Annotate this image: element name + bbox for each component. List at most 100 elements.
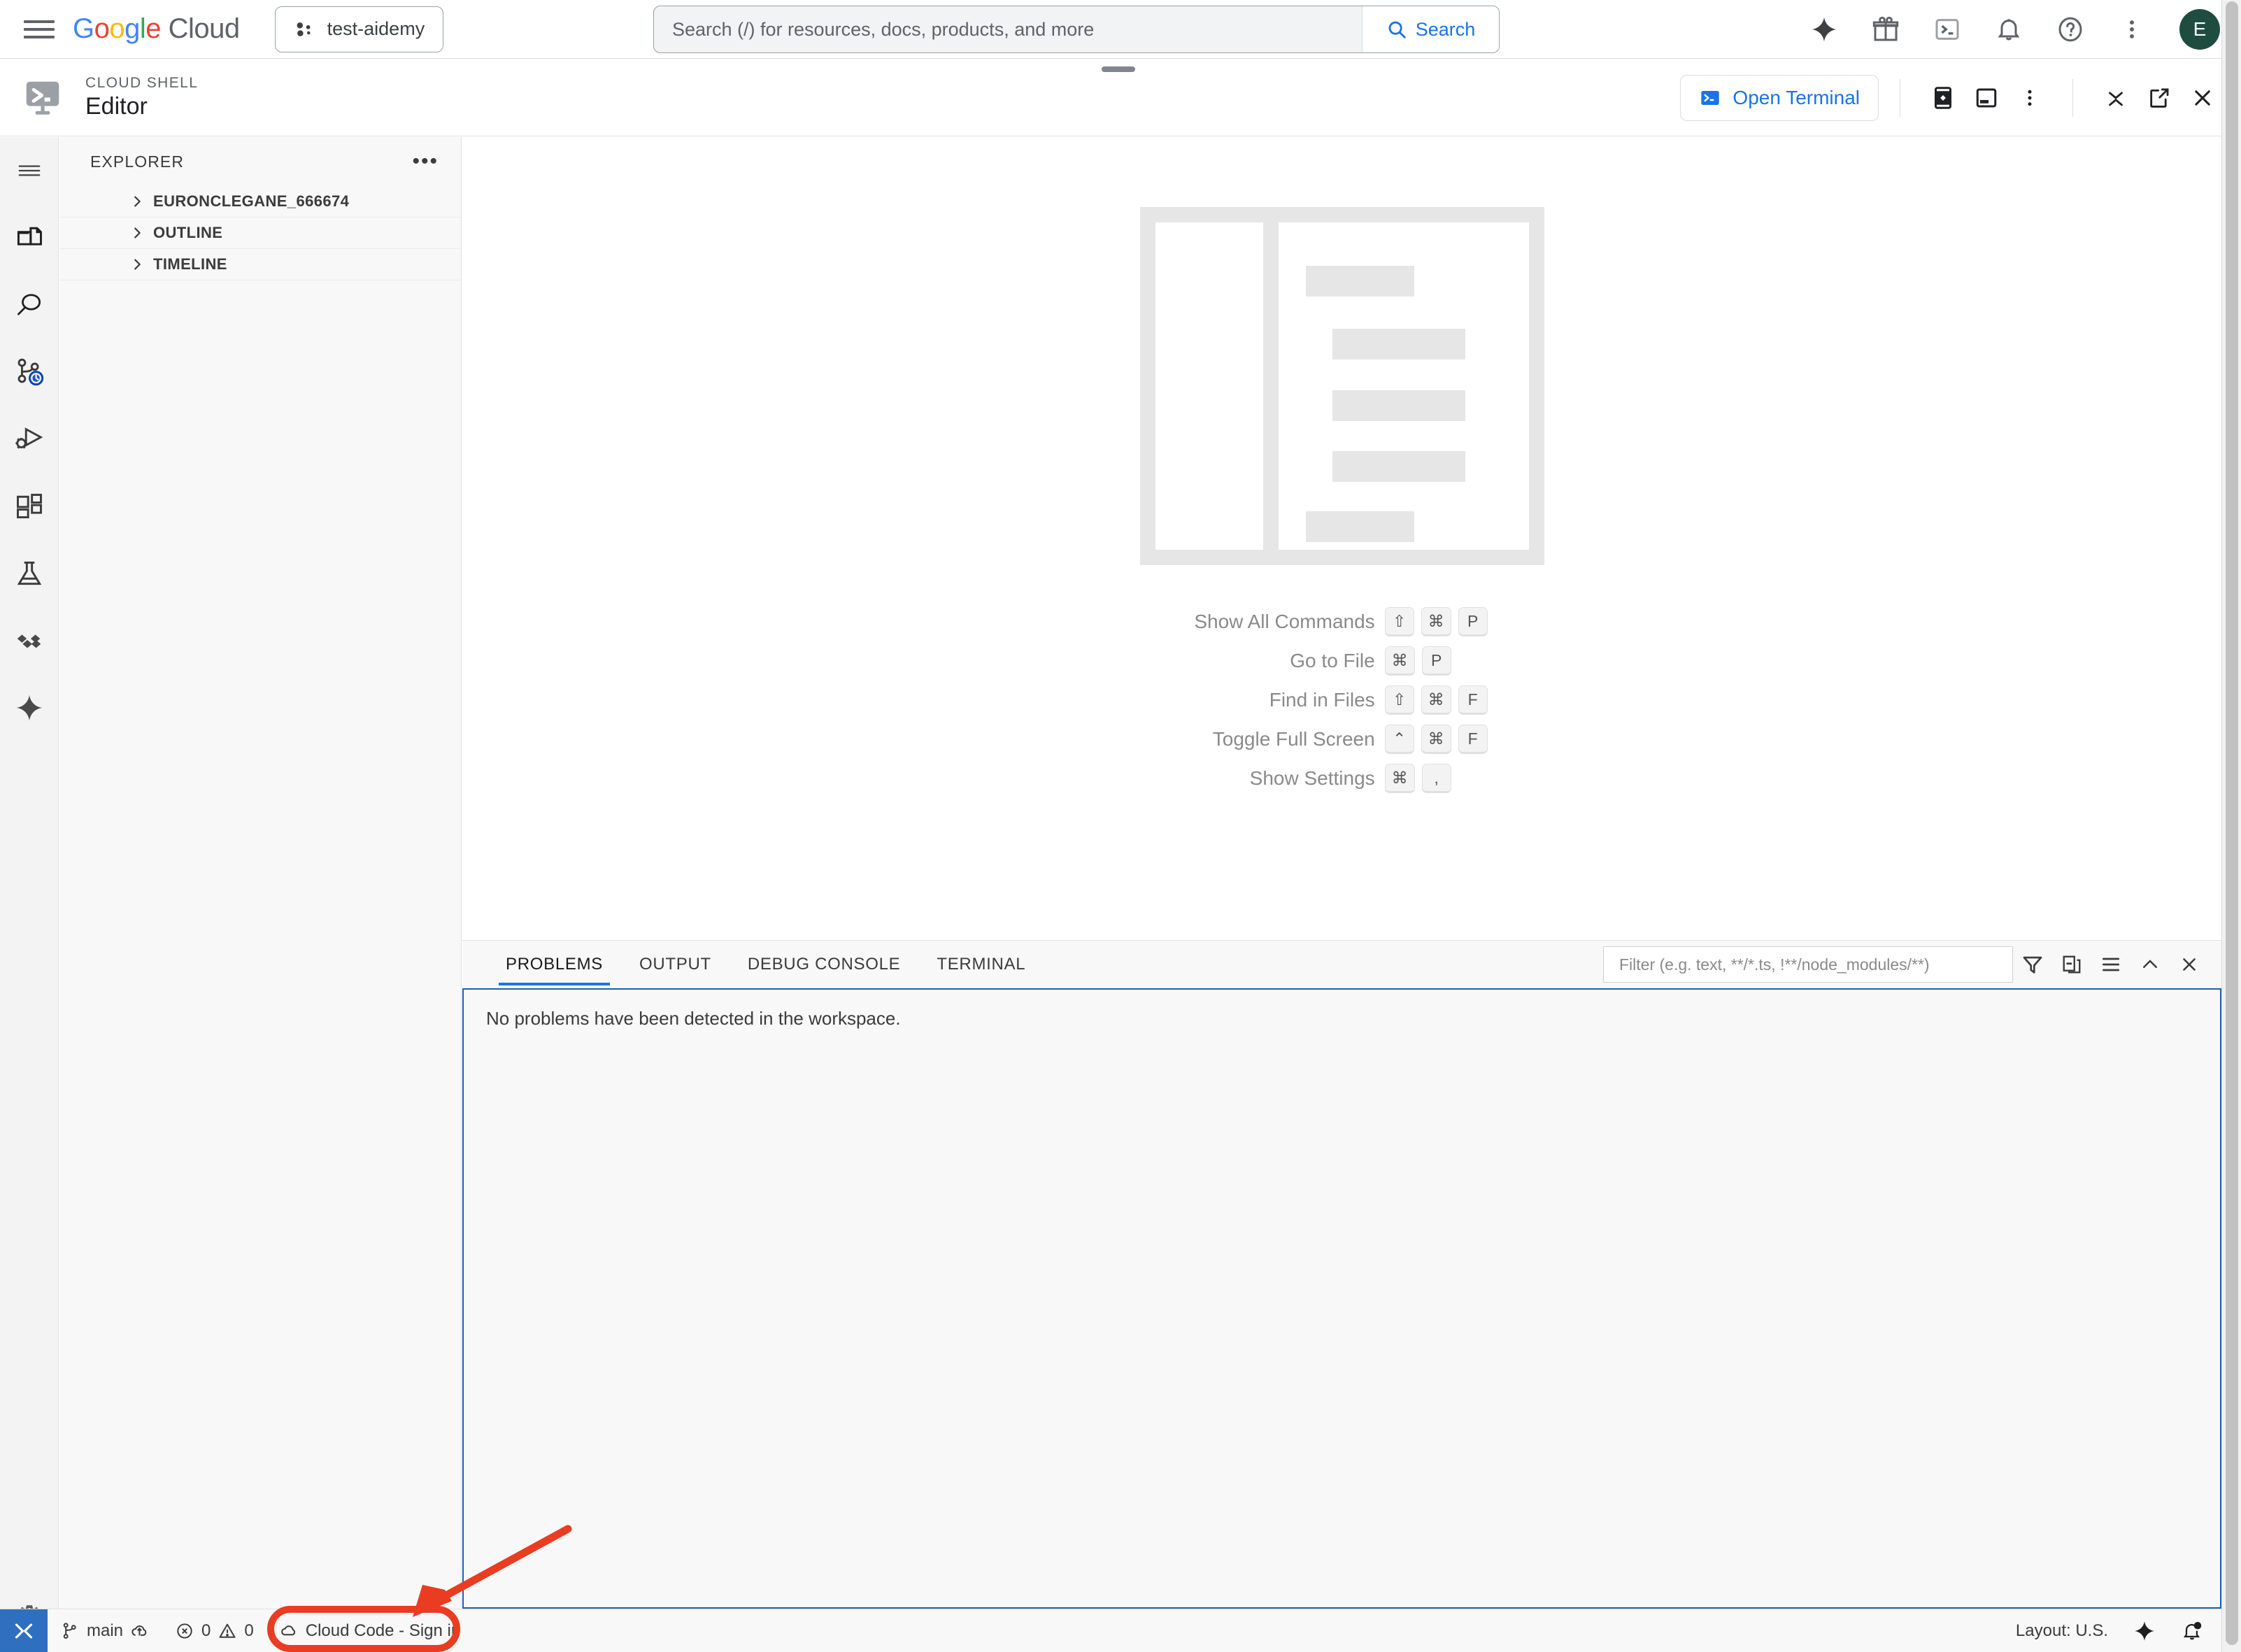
sidebar-item-label: TIMELINE	[153, 255, 227, 273]
key-cap: ,	[1421, 764, 1451, 793]
gemini-sparkle-icon[interactable]	[2121, 1609, 2168, 1652]
search-button[interactable]: Search	[1362, 6, 1499, 52]
sidebar-item-workspace-folder[interactable]: EURONCLEGANE_666674	[59, 186, 461, 218]
project-selector-chip[interactable]: test-aidemy	[274, 6, 444, 52]
avatar-initial: E	[2193, 18, 2207, 40]
cloud-shell-icon[interactable]	[1929, 11, 1965, 48]
new-terminal-window-icon[interactable]	[1965, 76, 2008, 120]
error-count: 0	[201, 1621, 211, 1640]
problems-panel-body: No problems have been detected in the wo…	[462, 988, 2221, 1609]
close-icon[interactable]	[2170, 945, 2209, 984]
search-icon[interactable]	[0, 271, 59, 339]
shortcut-label: Show All Commands	[1194, 611, 1375, 632]
gemini-sparkle-icon[interactable]	[0, 674, 59, 741]
warning-count: 0	[244, 1621, 254, 1640]
search-button-label: Search	[1415, 18, 1476, 40]
tab-output[interactable]: OUTPUT	[621, 941, 730, 988]
tab-problems[interactable]: PROBLEMS	[488, 941, 621, 988]
key-cap: ⇧	[1384, 685, 1414, 715]
gemini-sparkle-icon[interactable]	[1806, 11, 1842, 48]
sidebar-item-label: EURONCLEGANE_666674	[153, 192, 350, 210]
cloud-code-icon[interactable]	[0, 607, 59, 674]
shortcut-keys: ⌘ P	[1384, 646, 1490, 676]
more-vert-icon[interactable]	[2008, 76, 2051, 120]
filter-input[interactable]	[1603, 946, 2013, 983]
key-cap: ⌘	[1384, 646, 1415, 676]
chevron-up-icon[interactable]	[2130, 945, 2170, 984]
shortcut-row[interactable]: Toggle Full Screen ⌃ ⌘ F	[1194, 725, 1489, 754]
menu-icon[interactable]	[0, 137, 59, 204]
error-circle-icon	[177, 1623, 192, 1639]
sidebar-item-timeline[interactable]: TIMELINE	[59, 249, 461, 280]
sidebar-item-outline[interactable]: OUTLINE	[59, 218, 461, 249]
view-as-list-icon[interactable]	[2091, 945, 2130, 984]
branch-item[interactable]: main	[48, 1609, 162, 1652]
avatar[interactable]: E	[2179, 9, 2220, 50]
shortcut-row[interactable]: Find in Files ⇧ ⌘ F	[1194, 685, 1489, 715]
google-cloud-header: Google Cloud test-aidemy Search (/) for …	[0, 0, 2241, 59]
cloud-code-signin-item[interactable]: Cloud Code - Sign in	[266, 1609, 473, 1652]
toolbar-divider-2	[2072, 79, 2073, 117]
preview-web-icon[interactable]	[1921, 76, 1965, 120]
google-cloud-logo[interactable]: Google Cloud	[73, 13, 240, 45]
key-cap: F	[1458, 725, 1488, 754]
problems-item[interactable]: 0 0	[162, 1609, 266, 1652]
shortcut-keys: ⇧ ⌘ F	[1384, 685, 1490, 715]
project-name: test-aidemy	[327, 18, 425, 39]
help-icon[interactable]	[2052, 11, 2089, 48]
illustration-bar	[1305, 511, 1414, 542]
explorer-files-icon[interactable]	[0, 204, 59, 271]
remote-window-icon[interactable]	[0, 1609, 48, 1652]
extensions-icon[interactable]	[0, 473, 59, 540]
minimize-icon[interactable]	[2094, 76, 2137, 120]
explorer-header: EXPLORER •••	[59, 137, 461, 186]
illustration-bar	[1332, 451, 1465, 482]
run-debug-icon[interactable]	[0, 406, 59, 473]
key-cap: P	[1458, 607, 1488, 636]
close-icon[interactable]	[2181, 76, 2224, 120]
shortcut-row[interactable]: Show Settings ⌘ ,	[1194, 764, 1489, 793]
source-control-icon[interactable]	[0, 339, 59, 406]
search-input[interactable]	[654, 6, 1362, 52]
shortcut-label: Show Settings	[1249, 767, 1375, 789]
welcome-shortcuts-list: Show All Commands ⇧ ⌘ P Go to File ⌘ P F…	[1194, 607, 1489, 793]
tab-terminal[interactable]: TERMINAL	[918, 941, 1044, 988]
key-cap: ⌘	[1421, 685, 1451, 715]
shortcut-keys: ⌘ ,	[1384, 764, 1490, 793]
panel-tab-bar: PROBLEMS OUTPUT DEBUG CONSOLE TERMINAL	[462, 941, 2221, 988]
testing-flask-icon[interactable]	[0, 540, 59, 607]
tab-debug-console[interactable]: DEBUG CONSOLE	[730, 941, 918, 988]
source-control-branch-icon	[63, 1622, 76, 1639]
layout-item[interactable]: Layout: U.S.	[2003, 1609, 2121, 1652]
chevron-right-icon	[134, 196, 141, 207]
shortcut-row[interactable]: Go to File ⌘ P	[1194, 646, 1489, 676]
bell-icon[interactable]	[1991, 11, 2027, 48]
open-new-window-icon[interactable]	[2137, 76, 2181, 120]
filter-funnel-icon[interactable]	[2013, 945, 2052, 984]
more-vert-icon[interactable]	[2114, 11, 2150, 48]
header-actions: E	[1806, 0, 2220, 59]
gift-icon[interactable]	[1868, 11, 1904, 48]
cloud-shell-editor-icon	[21, 76, 64, 120]
explorer-sidebar: EXPLORER ••• EURONCLEGANE_666674 OUTLINE…	[59, 137, 462, 1609]
page-scrollbar[interactable]	[2221, 0, 2241, 1652]
status-bar: main 0 0 Cloud Code - Sign in Layout: U.…	[0, 1609, 2241, 1652]
cloud-shell-kicker: CLOUD SHELL	[85, 74, 199, 91]
shortcut-label: Toggle Full Screen	[1212, 728, 1375, 750]
explorer-more-actions-icon[interactable]: •••	[412, 151, 439, 172]
open-terminal-button[interactable]: Open Terminal	[1680, 75, 1879, 121]
sidebar-item-label: OUTLINE	[153, 224, 223, 241]
panel-drag-handle[interactable]	[1102, 66, 1135, 72]
page-scrollbar-thumb[interactable]	[2226, 1, 2238, 1645]
activity-bar	[0, 137, 59, 1609]
hamburger-icon[interactable]	[24, 17, 55, 41]
cloud-shell-title-block: CLOUD SHELL Editor	[85, 74, 198, 122]
terminal-icon	[1701, 91, 1720, 105]
global-search-bar[interactable]: Search	[653, 6, 1500, 53]
shortcut-label: Go to File	[1290, 650, 1375, 671]
notifications-bell-icon[interactable]	[2168, 1609, 2216, 1652]
collapse-all-icon[interactable]	[2052, 945, 2091, 984]
warning-triangle-icon	[219, 1623, 236, 1638]
shortcut-row[interactable]: Show All Commands ⇧ ⌘ P	[1194, 607, 1489, 636]
chevron-right-icon	[134, 227, 141, 238]
